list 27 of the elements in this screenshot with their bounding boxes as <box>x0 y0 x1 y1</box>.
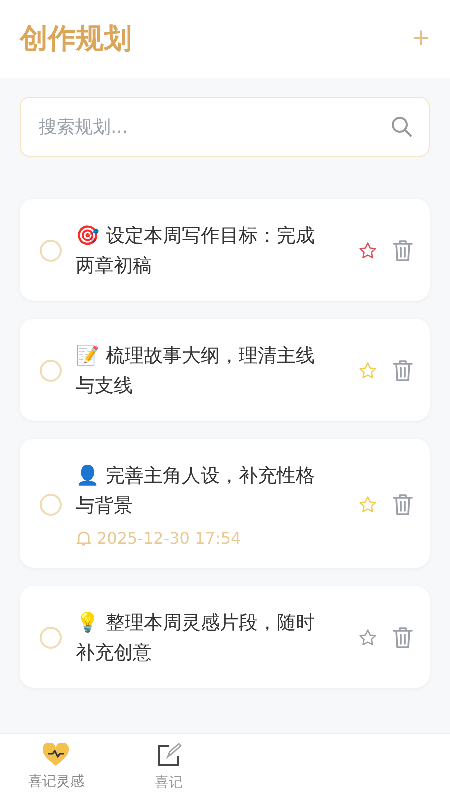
tab[interactable]: 喜记灵感 <box>0 734 112 800</box>
plan-card[interactable]: 👤 完善主角人设，补充性格与背景 2025-12-30 17:54 <box>20 439 430 568</box>
trash-icon[interactable] <box>392 359 414 383</box>
plan-card[interactable]: 💡 整理本周灵感片段，随时补充创意 <box>20 586 430 688</box>
trash-icon[interactable] <box>392 492 414 516</box>
trash-icon[interactable] <box>392 239 414 263</box>
plan-text: 💡 整理本周灵感片段，随时补充创意 <box>76 611 316 666</box>
plan-text: 👤 完善主角人设，补充性格与背景 <box>76 464 316 519</box>
plan-card[interactable]: 📝 梳理故事大纲，理清主线与支线 <box>20 319 430 421</box>
plan-card[interactable]: 🎯 设定本周写作目标：完成两章初稿 <box>20 199 430 301</box>
edit-icon <box>156 742 182 768</box>
plan-text: 📝 梳理故事大纲，理清主线与支线 <box>76 344 316 399</box>
checkbox[interactable] <box>40 494 62 516</box>
search-icon[interactable] <box>391 116 413 138</box>
star-icon[interactable] <box>358 628 378 648</box>
star-icon[interactable] <box>358 494 378 514</box>
reminder-time: 2025-12-30 17:54 <box>97 529 242 548</box>
checkbox[interactable] <box>40 240 62 262</box>
star-icon[interactable] <box>358 241 378 261</box>
star-icon[interactable] <box>358 361 378 381</box>
trash-icon[interactable] <box>392 626 414 650</box>
checkbox[interactable] <box>40 360 62 382</box>
plan-text: 🎯 设定本周写作目标：完成两章初稿 <box>76 224 316 279</box>
checkbox[interactable] <box>40 627 62 649</box>
page-title: 创作规划 <box>20 21 132 57</box>
bell-icon <box>76 530 92 547</box>
heart-icon <box>42 743 70 767</box>
